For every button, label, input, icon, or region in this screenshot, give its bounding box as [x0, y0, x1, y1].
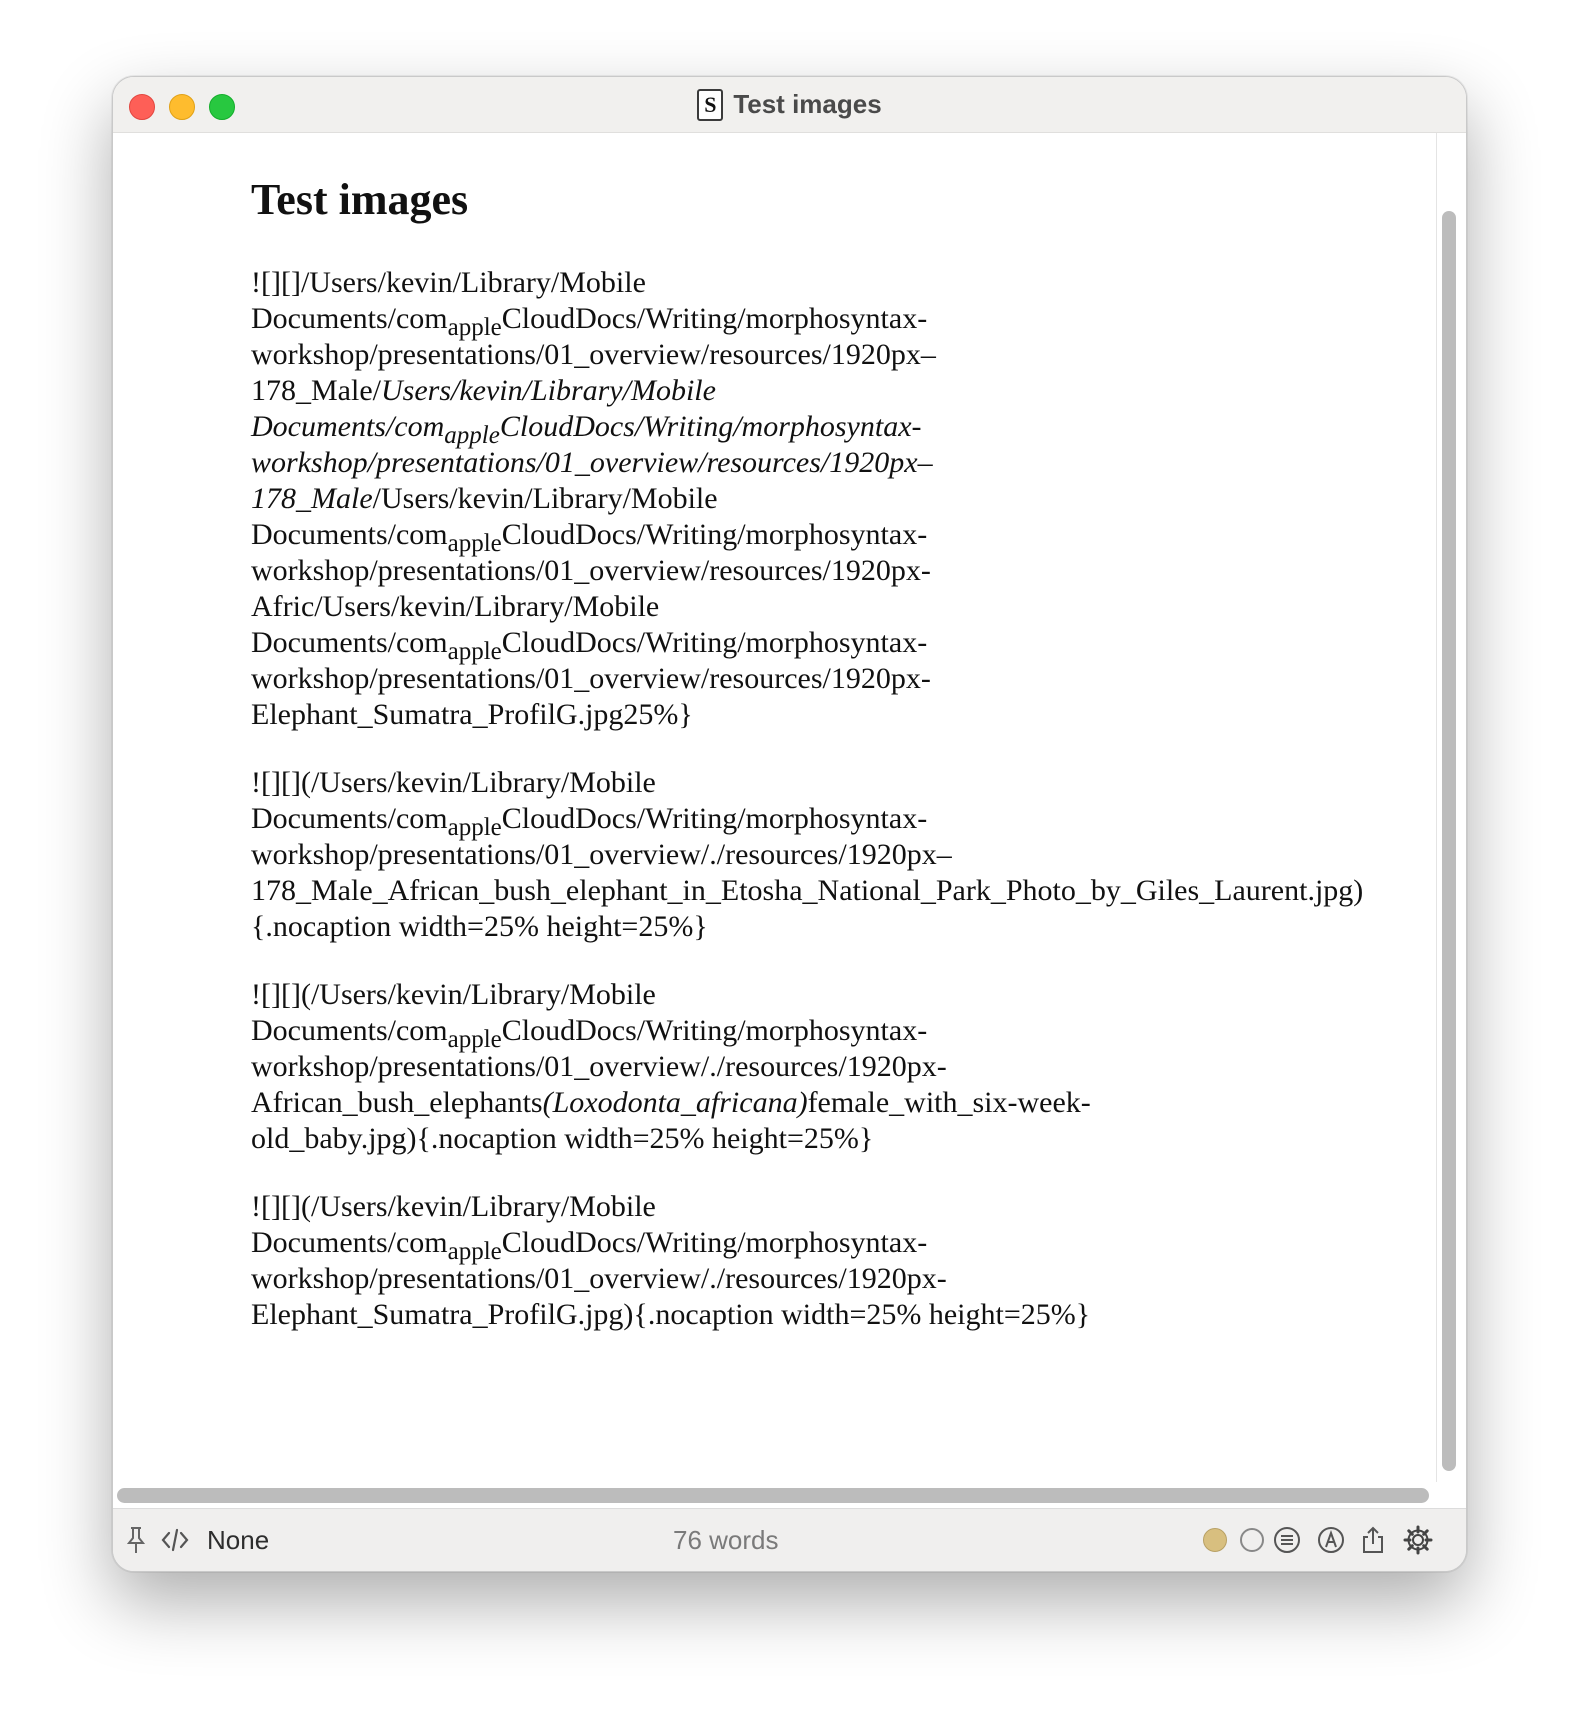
- paragraph-container: ![][]/Users/kevin/Library/Mobile Document…: [251, 265, 1436, 1333]
- text-run: workshop/presentations/01_overview/resou…: [251, 662, 931, 695]
- text-run: Documents/com: [251, 1226, 448, 1259]
- markup-button[interactable]: [1317, 1509, 1345, 1571]
- text-run: 178_Male: [251, 482, 373, 515]
- gear-icon: [1403, 1525, 1433, 1555]
- word-count[interactable]: 76 words: [673, 1509, 779, 1571]
- text-run: workshop/presentations/01_overview/./res…: [251, 1262, 947, 1295]
- text-run: Documents/com: [251, 410, 445, 443]
- text-run: apple: [447, 1238, 502, 1265]
- document-paragraph: ![][](/Users/kevin/Library/Mobile Documen…: [251, 1189, 1436, 1333]
- list-icon: [1274, 1527, 1300, 1553]
- text-run: workshop/presentations/01_overview/./res…: [251, 1050, 947, 1083]
- text-run: workshop/presentations/01_overview/./res…: [251, 838, 952, 871]
- text-run: old_baby.jpg){.nocaption width=25% heigh…: [251, 1122, 874, 1155]
- text-run: /Users/kevin/Library/Mobile: [372, 482, 718, 515]
- document-icon: S: [697, 88, 724, 121]
- text-run: CloudDocs/Writing/morphosyntax-: [501, 518, 928, 551]
- status-bar: None 76 words: [113, 1508, 1466, 1571]
- text-run: Documents/com: [251, 1014, 448, 1047]
- text-run: workshop/presentations/01_overview/resou…: [251, 446, 933, 479]
- document-paragraph: ![][]/Users/kevin/Library/Mobile Document…: [251, 265, 1436, 733]
- document-body: Test images ![][]/Users/kevin/Library/Mo…: [251, 173, 1436, 1365]
- window-title: Test images: [733, 89, 882, 119]
- status-dot-empty-icon: [1240, 1528, 1264, 1552]
- syntax-selector[interactable]: None: [207, 1509, 269, 1571]
- share-icon: [1363, 1526, 1383, 1553]
- text-run: Afric/Users/kevin/Library/Mobile: [251, 590, 660, 623]
- text-run: apple: [447, 314, 502, 341]
- text-run: (Loxodonta_africana): [542, 1086, 808, 1119]
- status-dot-filled-button[interactable]: [1203, 1509, 1227, 1571]
- text-run: Documents/com: [251, 302, 448, 335]
- text-run: African_bush_elephants: [251, 1086, 543, 1119]
- text-run: ![][](/Users/kevin/Library/Mobile: [251, 1190, 656, 1223]
- title-bar: S Test images: [113, 77, 1466, 133]
- text-run: CloudDocs/Writing/morphosyntax-: [501, 626, 928, 659]
- text-run: female_with_six-week-: [807, 1086, 1091, 1119]
- status-dot-filled-icon: [1203, 1528, 1227, 1552]
- text-run: CloudDocs/Writing/morphosyntax-: [501, 1014, 928, 1047]
- text-run: Documents/com: [251, 518, 448, 551]
- text-run: CloudDocs/Writing/morphosyntax-: [501, 1226, 928, 1259]
- text-run: CloudDocs/Writing/morphosyntax-: [499, 410, 922, 443]
- status-dot-empty-button[interactable]: [1240, 1509, 1264, 1571]
- text-run: ![][](/Users/kevin/Library/Mobile: [251, 766, 656, 799]
- outline-button[interactable]: [1273, 1509, 1301, 1571]
- text-run: Elephant_Sumatra_ProfilG.jpg){.nocaption…: [251, 1298, 1091, 1331]
- code-button[interactable]: [161, 1509, 189, 1571]
- document-content[interactable]: Test images ![][]/Users/kevin/Library/Mo…: [113, 133, 1437, 1482]
- text-run: Elephant_Sumatra_ProfilG.jpg25%}: [251, 698, 693, 731]
- share-button[interactable]: [1360, 1509, 1386, 1571]
- text-run: {.nocaption width=25% height=25%}: [251, 910, 708, 943]
- vertical-scrollbar[interactable]: [1442, 211, 1456, 1471]
- settings-button[interactable]: [1403, 1509, 1433, 1571]
- text-run: 178_Male_African_bush_elephant_in_Etosha…: [251, 874, 1364, 907]
- text-run: workshop/presentations/01_overview/resou…: [251, 554, 931, 587]
- text-run: workshop/presentations/01_overview/resou…: [251, 338, 936, 371]
- pin-icon: [126, 1527, 146, 1553]
- markup-icon: [1318, 1527, 1344, 1553]
- text-run: CloudDocs/Writing/morphosyntax-: [501, 302, 928, 335]
- text-run: ![][]/Users/kevin/Library/Mobile: [251, 266, 646, 299]
- code-icon: [161, 1528, 189, 1552]
- text-run: Users/kevin/Library/Mobile: [380, 374, 716, 407]
- text-run: 178_Male/: [251, 374, 381, 407]
- text-run: ![][](/Users/kevin/Library/Mobile: [251, 978, 656, 1011]
- document-paragraph: ![][](/Users/kevin/Library/Mobile Documen…: [251, 765, 1436, 945]
- text-run: apple: [447, 638, 502, 665]
- text-run: apple: [447, 530, 502, 557]
- document-paragraph: ![][](/Users/kevin/Library/Mobile Documen…: [251, 977, 1436, 1157]
- pin-button[interactable]: [125, 1509, 147, 1571]
- text-run: CloudDocs/Writing/morphosyntax-: [501, 802, 928, 835]
- text-run: apple: [444, 422, 500, 449]
- text-run: apple: [447, 814, 502, 841]
- window-title-group: S Test images: [113, 77, 1466, 132]
- text-run: Documents/com: [251, 802, 448, 835]
- text-run: apple: [447, 1026, 502, 1053]
- app-window: S Test images Test images ![][]/Users/ke…: [112, 76, 1467, 1572]
- horizontal-scrollbar[interactable]: [117, 1488, 1429, 1503]
- text-run: Documents/com: [251, 626, 448, 659]
- document-heading: Test images: [251, 175, 469, 224]
